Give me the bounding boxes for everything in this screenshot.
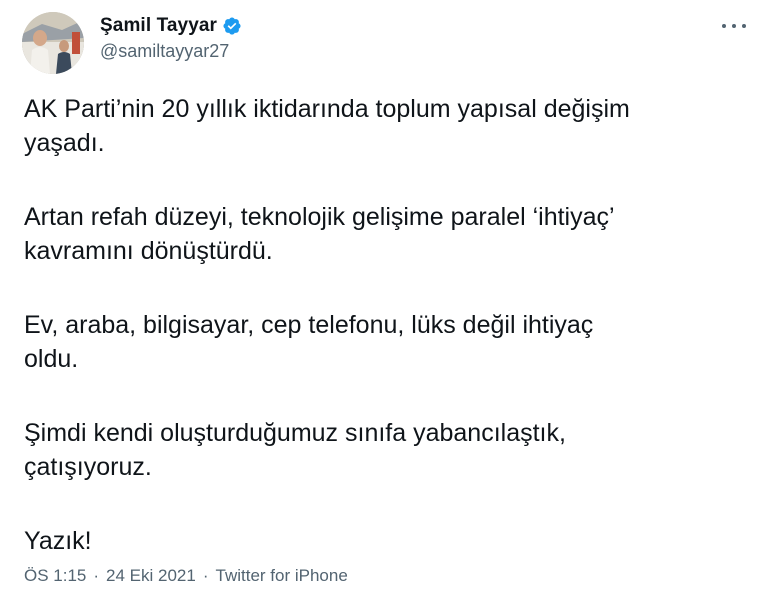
tweet-source[interactable]: Twitter for iPhone	[216, 566, 348, 586]
avatar[interactable]	[22, 12, 84, 74]
display-name[interactable]: Şamil Tayyar	[100, 15, 217, 37]
tweet-paragraph: Artan refah düzeyi, teknolojik gelişime …	[24, 203, 615, 265]
tweet-card: Şamil Tayyar @samiltayyar27 AK Parti’nin…	[0, 0, 760, 597]
tweet-paragraph: Şimdi kendi oluşturduğumuz sınıfa yabanc…	[24, 419, 566, 481]
author-header: Şamil Tayyar @samiltayyar27	[100, 14, 242, 62]
tweet-date[interactable]: 24 Eki 2021	[106, 566, 196, 586]
more-options-icon[interactable]	[722, 16, 746, 36]
dot	[722, 24, 726, 28]
dot	[742, 24, 746, 28]
name-row: Şamil Tayyar	[100, 14, 242, 38]
avatar-image	[22, 12, 84, 74]
tweet-text: AK Parti’nin 20 yıllık iktidarında toplu…	[24, 92, 749, 558]
meta-separator: ·	[202, 566, 209, 585]
meta-separator: ·	[93, 566, 100, 585]
tweet-paragraph: Yazık!	[24, 527, 92, 555]
tweet-time[interactable]: ÖS 1:15	[24, 566, 86, 586]
tweet-paragraph: AK Parti’nin 20 yıllık iktidarında toplu…	[24, 95, 630, 157]
verified-badge-icon	[222, 16, 242, 36]
tweet-meta: ÖS 1:15 · 24 Eki 2021 · Twitter for iPho…	[24, 566, 348, 586]
handle[interactable]: @samiltayyar27	[100, 41, 242, 62]
tweet-paragraph: Ev, araba, bilgisayar, cep telefonu, lük…	[24, 311, 594, 373]
dot	[732, 24, 736, 28]
